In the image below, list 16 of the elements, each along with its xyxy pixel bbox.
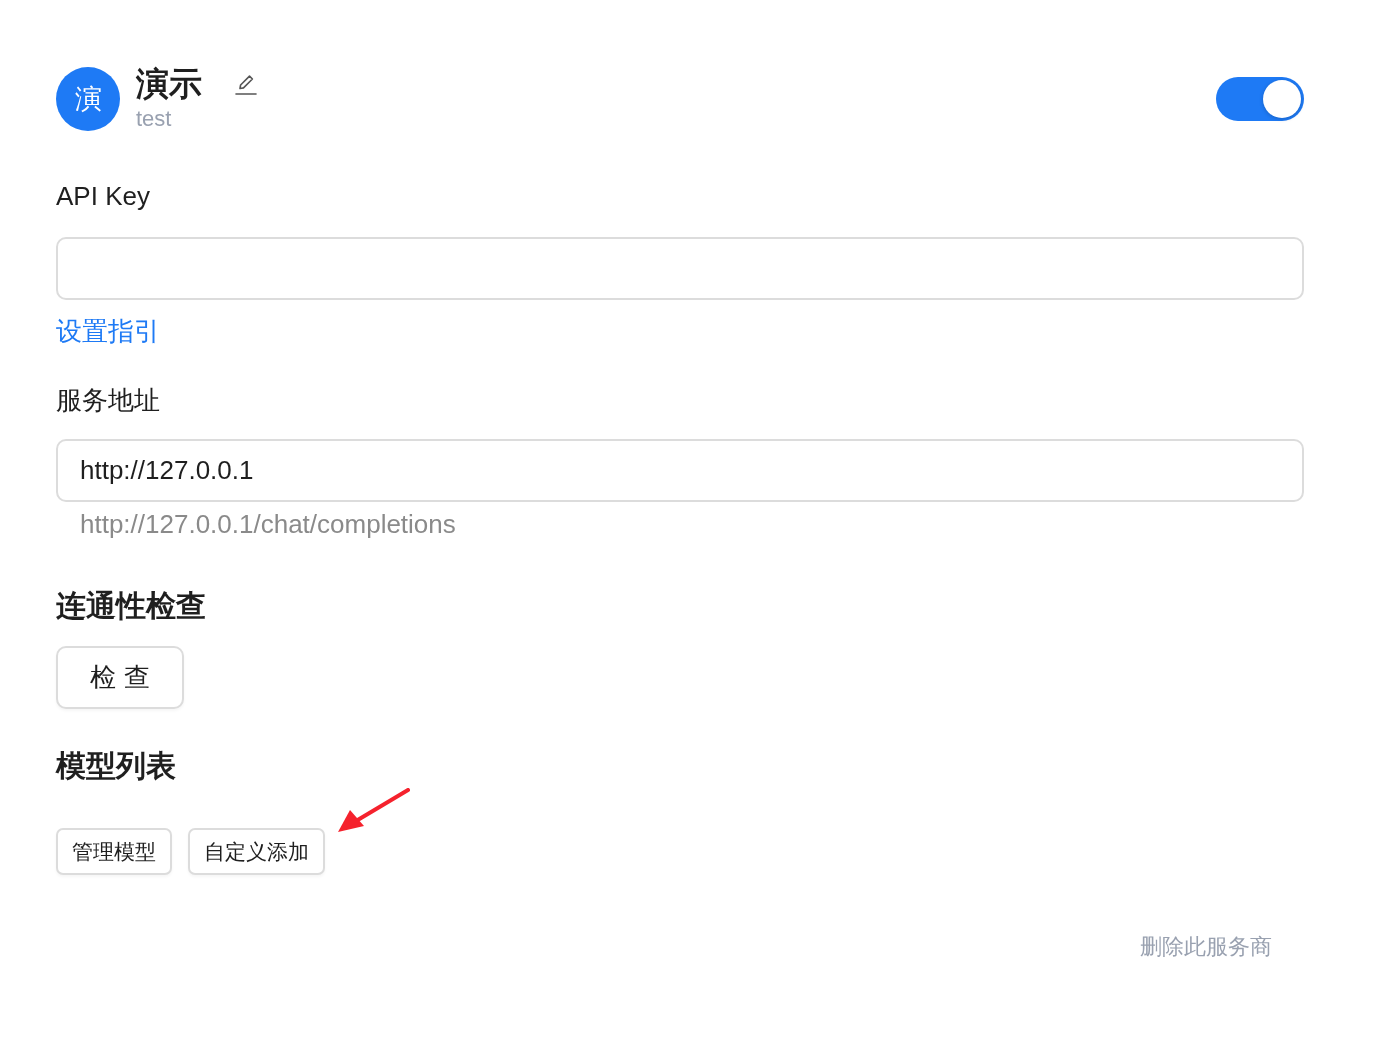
- custom-add-button[interactable]: 自定义添加: [188, 828, 325, 876]
- section-heading: 连通性检查: [56, 588, 207, 625]
- avatar: 演: [56, 67, 120, 132]
- provider-name: 演示: [136, 66, 202, 103]
- provider-subtitle: test: [136, 106, 173, 133]
- field-label: 服务地址: [56, 384, 161, 417]
- input-field[interactable]: http://127.0.0.1: [56, 439, 1304, 503]
- manage-models-button[interactable]: 管理模型: [56, 828, 172, 876]
- field-label: API Key: [56, 180, 151, 212]
- input-field[interactable]: [56, 236, 1304, 300]
- toggle-switch[interactable]: [1216, 77, 1304, 122]
- url-preview: http://127.0.0.1/chat/completions: [79, 509, 457, 541]
- guide-link[interactable]: 设置指引: [56, 315, 160, 346]
- section-heading: 模型列表: [56, 748, 177, 785]
- pencil-icon[interactable]: [234, 72, 258, 97]
- check-button[interactable]: 检 查: [56, 646, 184, 710]
